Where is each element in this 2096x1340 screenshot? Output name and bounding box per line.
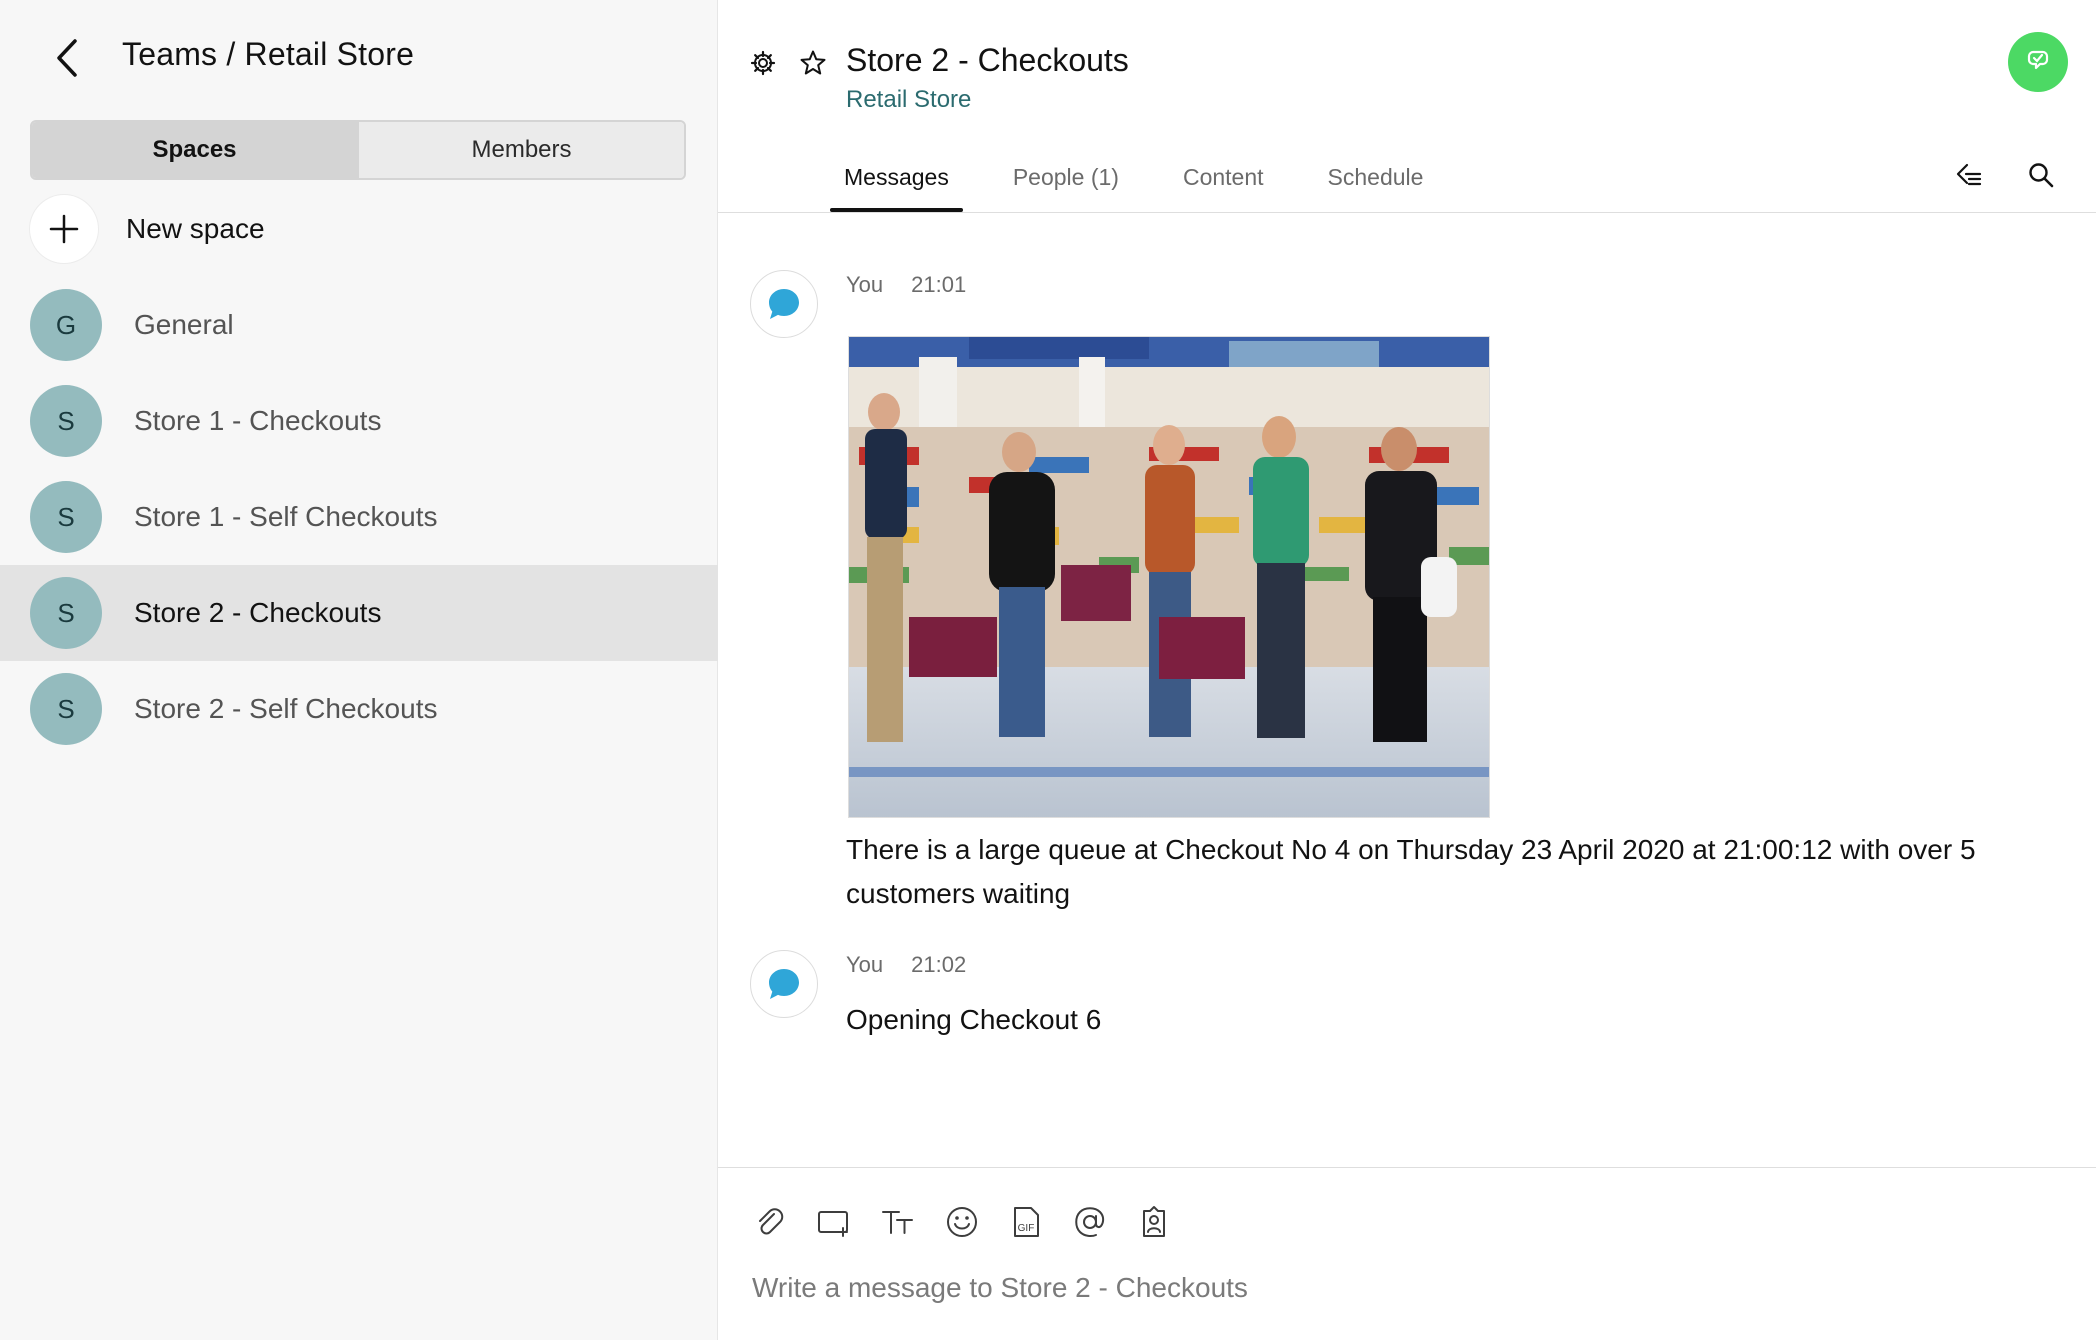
chat-bubble-icon bbox=[769, 289, 799, 319]
tabs-divider bbox=[718, 212, 2096, 213]
space-avatar: S bbox=[30, 577, 102, 649]
space-name: General bbox=[134, 309, 234, 340]
message-sender: You bbox=[846, 272, 884, 297]
space-name: Store 2 - Self Checkouts bbox=[134, 693, 438, 724]
space-avatar: S bbox=[30, 481, 102, 553]
message-sender: You bbox=[846, 952, 884, 977]
call-button[interactable] bbox=[2008, 32, 2068, 92]
space-list: G General S Store 1 - Checkouts S Store … bbox=[0, 277, 718, 757]
space-name: Store 1 - Self Checkouts bbox=[134, 501, 438, 532]
space-name: Store 2 - Checkouts bbox=[134, 597, 382, 628]
sender-avatar bbox=[750, 950, 818, 1018]
screen-share-icon[interactable] bbox=[816, 1204, 852, 1240]
sidebar-header: Teams / Retail Store bbox=[0, 0, 718, 114]
space-name: Store 1 - Checkouts bbox=[134, 405, 382, 436]
space-item-store2-self-checkouts[interactable]: S Store 2 - Self Checkouts bbox=[0, 661, 718, 757]
members-tab-button[interactable]: Members bbox=[357, 122, 684, 178]
back-button[interactable] bbox=[44, 34, 88, 82]
tab-messages[interactable]: Messages bbox=[830, 150, 963, 212]
search-icon[interactable] bbox=[2024, 158, 2058, 192]
space-title: Store 2 - Checkouts bbox=[846, 42, 1129, 78]
chat-bubble-icon bbox=[769, 969, 799, 999]
contact-icon[interactable] bbox=[1136, 1204, 1172, 1240]
message-time: 21:02 bbox=[911, 952, 967, 977]
conversation-pane: Store 2 - Checkouts Retail Store Message… bbox=[718, 0, 2096, 1340]
header-icons bbox=[748, 48, 828, 78]
filter-messages-icon[interactable] bbox=[1952, 158, 1986, 192]
message-meta: You 21:02 bbox=[846, 952, 966, 978]
space-avatar: S bbox=[30, 673, 102, 745]
message-input[interactable] bbox=[752, 1266, 2052, 1310]
conversation-tabs: Messages People (1) Content Schedule bbox=[830, 150, 1473, 212]
space-avatar: S bbox=[30, 385, 102, 457]
team-link[interactable]: Retail Store bbox=[846, 86, 971, 114]
gif-icon[interactable]: GIF bbox=[1008, 1204, 1044, 1240]
space-item-general[interactable]: G General bbox=[0, 277, 718, 373]
text-format-icon[interactable] bbox=[880, 1204, 916, 1240]
message-text: There is a large queue at Checkout No 4 … bbox=[846, 834, 1976, 909]
space-item-store1-self-checkouts[interactable]: S Store 1 - Self Checkouts bbox=[0, 469, 718, 565]
composer-divider bbox=[718, 1167, 2096, 1168]
emoji-icon[interactable] bbox=[944, 1204, 980, 1240]
sender-avatar bbox=[750, 270, 818, 338]
new-space-button[interactable]: New space bbox=[30, 194, 686, 264]
chevron-left-icon bbox=[57, 39, 77, 77]
spaces-tab-button[interactable]: Spaces bbox=[32, 122, 357, 178]
space-item-store1-checkouts[interactable]: S Store 1 - Checkouts bbox=[0, 373, 718, 469]
tab-tools bbox=[1952, 158, 2058, 192]
gear-icon[interactable] bbox=[748, 48, 778, 78]
attach-icon[interactable] bbox=[752, 1204, 788, 1240]
sidebar-title: Teams / Retail Store bbox=[122, 36, 415, 72]
tab-content[interactable]: Content bbox=[1169, 150, 1278, 212]
space-avatar: G bbox=[30, 289, 102, 361]
space-item-store2-checkouts[interactable]: S Store 2 - Checkouts bbox=[0, 565, 718, 661]
call-icon bbox=[2027, 50, 2049, 70]
gif-label: GIF bbox=[1018, 1223, 1035, 1234]
sidebar: Teams / Retail Store Spaces Members New … bbox=[0, 0, 718, 1340]
tab-people[interactable]: People (1) bbox=[999, 150, 1133, 212]
tab-schedule[interactable]: Schedule bbox=[1314, 150, 1438, 212]
mention-icon[interactable] bbox=[1072, 1204, 1108, 1240]
composer-toolbar: GIF bbox=[752, 1204, 1172, 1240]
spaces-members-toggle: Spaces Members bbox=[30, 120, 686, 180]
message-time: 21:01 bbox=[911, 272, 967, 297]
message-text: Opening Checkout 6 bbox=[846, 1004, 1102, 1035]
new-space-label: New space bbox=[126, 213, 265, 244]
message-meta: You 21:01 bbox=[846, 272, 966, 298]
star-icon[interactable] bbox=[798, 48, 828, 78]
message-image[interactable] bbox=[848, 336, 1490, 818]
plus-icon bbox=[30, 195, 98, 263]
